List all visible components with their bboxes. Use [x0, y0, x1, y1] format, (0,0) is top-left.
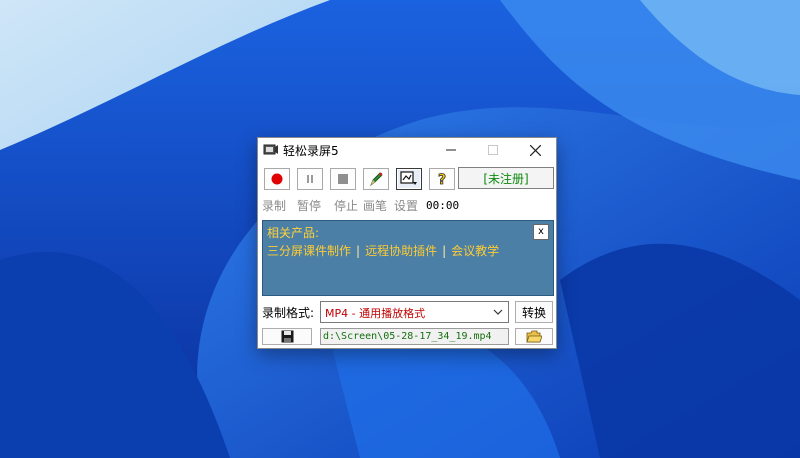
settings-label: 设置: [394, 199, 419, 213]
product-links: 三分屏课件制作 | 远程协助插件 | 会议教学: [267, 242, 499, 259]
save-button[interactable]: [262, 328, 312, 345]
stop-label: 停止: [334, 199, 359, 213]
product-link[interactable]: 远程协助插件: [365, 244, 437, 258]
maximize-button[interactable]: [472, 138, 514, 162]
minimize-button[interactable]: [430, 138, 472, 162]
chevron-down-icon: [493, 309, 503, 315]
link-separator: |: [442, 244, 447, 258]
record-button[interactable]: [264, 168, 290, 190]
app-icon: [263, 144, 278, 155]
save-icon: [281, 330, 293, 343]
help-button[interactable]: ?: [429, 168, 455, 190]
format-label: 录制格式:: [262, 306, 315, 320]
stop-button[interactable]: [330, 168, 356, 190]
recording-timer: 00:00: [426, 199, 460, 212]
convert-button[interactable]: 转换: [515, 301, 553, 323]
window-title: 轻松录屏5: [283, 144, 339, 158]
recorder-window: 轻松录屏5 ? [未注册] 录制 暂停 停止 画笔 设置 00:00 相关产品:…: [257, 137, 557, 349]
related-products-panel: 相关产品: x 三分屏课件制作 | 远程协助插件 | 会议教学: [262, 220, 554, 296]
registration-status: [未注册]: [458, 167, 554, 189]
open-folder-button[interactable]: [515, 328, 553, 345]
link-separator: |: [356, 244, 361, 258]
format-select[interactable]: MP4 - 通用播放格式: [320, 301, 509, 323]
pen-label: 画笔: [363, 199, 388, 213]
help-icon: ?: [438, 172, 447, 187]
pause-icon: [307, 175, 313, 183]
folder-icon: [526, 330, 542, 343]
record-icon: [271, 173, 283, 185]
pause-button[interactable]: [297, 168, 323, 190]
stop-icon: [338, 174, 348, 184]
pen-button[interactable]: [363, 168, 389, 190]
title-bar[interactable]: 轻松录屏5: [258, 138, 556, 162]
panel-title: 相关产品:: [267, 226, 320, 240]
svg-text:?: ?: [438, 172, 446, 187]
panel-close-button[interactable]: x: [533, 224, 549, 240]
close-button[interactable]: [514, 138, 556, 162]
pause-label: 暂停: [297, 199, 322, 213]
settings-button[interactable]: [396, 168, 422, 190]
close-icon: [529, 144, 541, 156]
maximize-icon: [488, 145, 498, 155]
settings-icon: [400, 171, 417, 185]
product-link[interactable]: 三分屏课件制作: [267, 244, 351, 258]
product-link[interactable]: 会议教学: [451, 244, 499, 258]
format-selected-value: MP4 - 通用播放格式: [325, 307, 426, 320]
record-label: 录制: [262, 199, 287, 213]
pen-icon: [370, 172, 383, 187]
minimize-icon: [446, 149, 456, 151]
output-path: d:\Screen\05-28-17_34_19.mp4: [320, 328, 509, 345]
